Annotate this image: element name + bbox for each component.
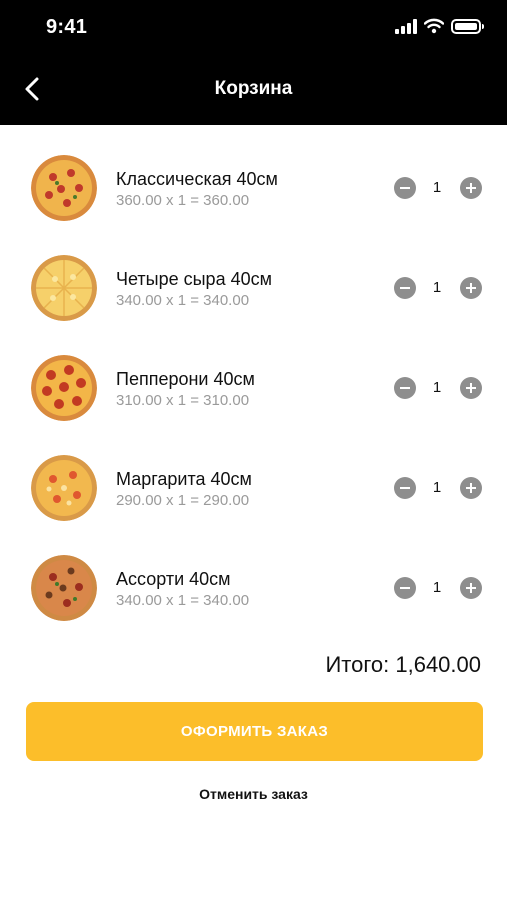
decrease-quantity-button[interactable]	[394, 277, 416, 299]
cart-item: Классическая 40см 360.00 x 1 = 360.00 1	[0, 125, 507, 225]
order-total: Итого: 1,640.00	[325, 652, 481, 677]
status-icons	[395, 18, 484, 34]
decrease-quantity-button[interactable]	[394, 377, 416, 399]
battery-icon	[451, 18, 484, 34]
checkout-button[interactable]: ОФОРМИТЬ ЗАКАЗ	[26, 702, 483, 761]
quantity-value: 1	[432, 479, 442, 496]
quantity-value: 1	[432, 579, 442, 596]
increase-quantity-button[interactable]	[460, 177, 482, 199]
item-name: Ассорти 40см	[116, 569, 231, 589]
status-time: 9:41	[46, 16, 88, 38]
quantity-value: 1	[432, 379, 442, 396]
app-header: 9:41 Корзина	[0, 0, 507, 125]
increase-quantity-button[interactable]	[460, 477, 482, 499]
pizza-image	[31, 355, 97, 421]
cart-item: Пепперони 40см 310.00 x 1 = 310.00 1	[0, 325, 507, 425]
pizza-image	[31, 255, 97, 321]
decrease-quantity-button[interactable]	[394, 177, 416, 199]
item-price-calc: 310.00 x 1 = 310.00	[116, 392, 250, 409]
quantity-value: 1	[432, 179, 442, 196]
increase-quantity-button[interactable]	[460, 277, 482, 299]
item-price-calc: 340.00 x 1 = 340.00	[116, 592, 250, 609]
decrease-quantity-button[interactable]	[394, 477, 416, 499]
cart-item: Ассорти 40см 340.00 x 1 = 340.00 1	[0, 525, 507, 625]
pizza-image	[31, 555, 97, 621]
wifi-icon	[424, 18, 444, 34]
cart-item: Четыре сыра 40см 340.00 x 1 = 340.00 1	[0, 225, 507, 325]
signal-icon	[395, 18, 417, 34]
item-price-calc: 290.00 x 1 = 290.00	[116, 492, 250, 509]
cancel-order-button[interactable]: Отменить заказ	[0, 786, 507, 802]
item-name: Четыре сыра 40см	[116, 269, 272, 289]
item-name: Пепперони 40см	[116, 369, 255, 389]
item-price-calc: 360.00 x 1 = 360.00	[116, 192, 250, 209]
pizza-image	[31, 455, 97, 521]
cart-item: Маргарита 40см 290.00 x 1 = 290.00 1	[0, 425, 507, 525]
decrease-quantity-button[interactable]	[394, 577, 416, 599]
quantity-value: 1	[432, 279, 442, 296]
increase-quantity-button[interactable]	[460, 577, 482, 599]
item-name: Маргарита 40см	[116, 469, 252, 489]
increase-quantity-button[interactable]	[460, 377, 482, 399]
pizza-image	[31, 155, 97, 221]
item-name: Классическая 40см	[116, 169, 278, 189]
page-title: Корзина	[214, 78, 293, 99]
item-price-calc: 340.00 x 1 = 340.00	[116, 292, 250, 309]
